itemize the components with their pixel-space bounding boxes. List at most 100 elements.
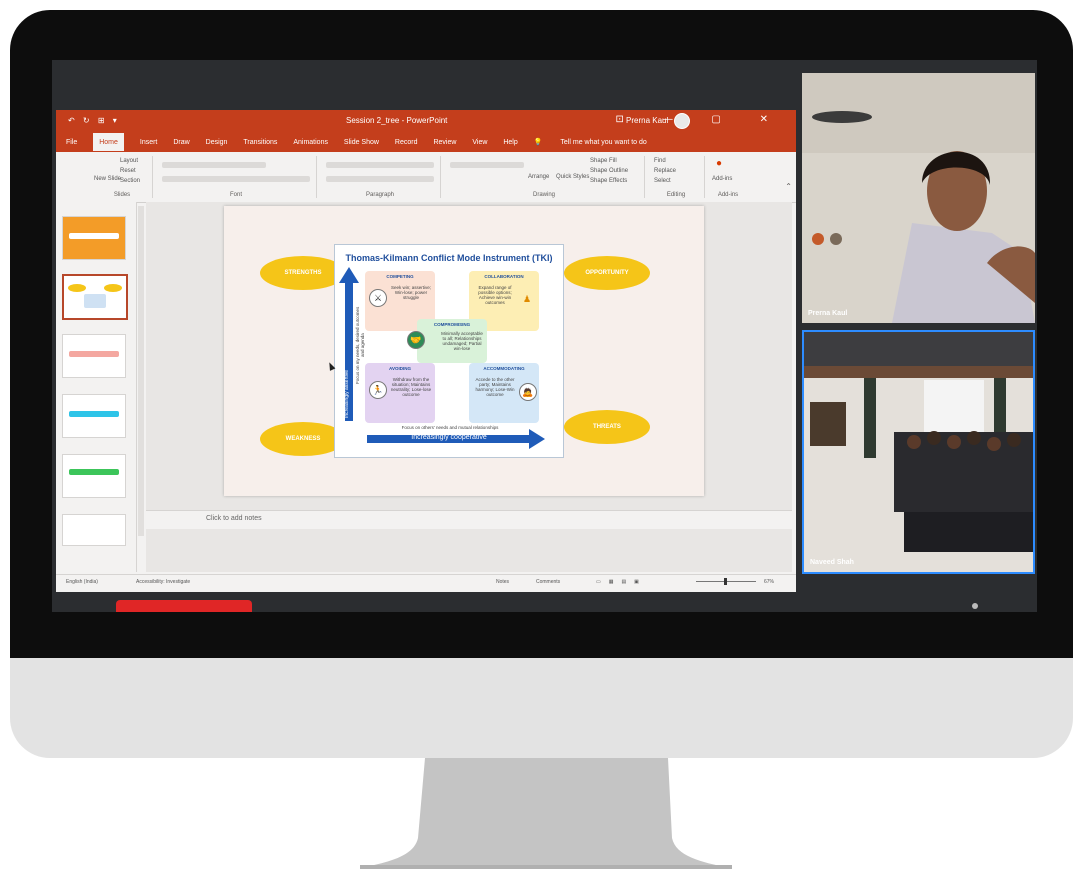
align-buttons[interactable] — [326, 176, 434, 182]
ribbon-group-font: Font — [156, 156, 317, 198]
accessibility-status[interactable]: Accessibility: Investigate — [136, 579, 190, 585]
running-person-icon: 🏃 — [369, 381, 387, 399]
tab-insert[interactable]: Insert — [140, 133, 158, 146]
participant-video — [802, 73, 1035, 323]
accommodating-title: ACCOMMODATING — [483, 366, 525, 371]
shape-outline-button[interactable]: Shape Outline — [590, 168, 628, 174]
notes-placeholder: Click to add notes — [206, 515, 262, 522]
vertical-axis-label: Increasingly assertive — [344, 369, 350, 419]
font-name-box[interactable] — [162, 162, 266, 168]
new-slide-button[interactable]: New Slide — [94, 176, 121, 182]
tab-slide-show[interactable]: Slide Show — [344, 133, 379, 146]
tab-review[interactable]: Review — [433, 133, 456, 146]
video-tile-prerna[interactable]: Prerna Kaul — [802, 73, 1035, 323]
diagram-title: Thomas-Kilmann Conflict Mode Instrument … — [345, 253, 553, 263]
handshake-icon: 🤝 — [407, 331, 425, 349]
tki-diagram[interactable]: Thomas-Kilmann Conflict Mode Instrument … — [334, 244, 564, 458]
reset-button[interactable]: Reset — [120, 168, 136, 174]
thumb-bar — [104, 284, 122, 292]
quadrant-compromising: COMPROMISING Minimally acceptable to all… — [407, 319, 487, 363]
thumb-bar — [84, 294, 106, 308]
layout-button[interactable]: Layout — [120, 158, 138, 164]
view-buttons[interactable]: ▭▦▤▣ — [596, 579, 647, 585]
tell-me-search[interactable]: Tell me what you want to do — [560, 133, 646, 146]
tab-home[interactable]: Home — [93, 133, 124, 151]
monitor-stand — [360, 758, 732, 869]
tab-file[interactable]: File — [66, 133, 77, 146]
comments-button[interactable]: Comments — [536, 579, 560, 585]
group-label-editing: Editing — [666, 192, 686, 198]
find-button[interactable]: Find — [654, 158, 666, 164]
group-label-addins: Add-ins — [717, 192, 739, 198]
group-label-paragraph: Paragraph — [365, 192, 395, 198]
compromising-title: COMPROMISING — [433, 322, 471, 327]
tab-transitions[interactable]: Transitions — [243, 133, 277, 146]
team-icon: ♟ — [522, 294, 532, 304]
slide-thumbnail[interactable] — [62, 514, 126, 546]
language-status[interactable]: English (India) — [66, 579, 98, 585]
status-bar: English (India) Accessibility: Investiga… — [56, 574, 796, 589]
slide-canvas[interactable]: STRENGTHS OPPORTUNITY WEAKNESS THREATS T… — [224, 206, 704, 496]
list-buttons[interactable] — [326, 162, 434, 168]
quadrant-accommodating: ACCOMMODATING Accede to the other party;… — [469, 363, 539, 423]
section-button[interactable]: Section — [120, 178, 140, 184]
thumb-bar — [69, 469, 119, 475]
competing-title: COMPETING — [386, 274, 414, 279]
video-tile-naveed[interactable]: Naveed Shah — [802, 330, 1035, 574]
tab-design[interactable]: Design — [206, 133, 228, 146]
select-button[interactable]: Select — [654, 178, 671, 184]
arrange-button[interactable]: Arrange — [528, 174, 549, 180]
compromising-text: Minimally acceptable to all; Relationshi… — [441, 331, 483, 351]
tab-view[interactable]: View — [472, 133, 487, 146]
addins-icon: ● — [716, 158, 723, 169]
shape-fill-button[interactable]: Shape Fill — [590, 158, 617, 164]
slide-thumbnail[interactable] — [62, 454, 126, 498]
group-label-slides: Slides — [113, 192, 131, 198]
slide-thumbnail[interactable] — [62, 334, 126, 378]
thumb-bar — [69, 351, 119, 357]
slide-thumbnail[interactable] — [62, 394, 126, 438]
shapes-gallery[interactable] — [450, 162, 524, 168]
slide-editing-area: STRENGTHS OPPORTUNITY WEAKNESS THREATS T… — [146, 202, 792, 572]
document-title: Session 2_tree - PowerPoint — [346, 116, 448, 125]
ribbon-tabs: File Home Insert Draw Design Transitions… — [56, 132, 796, 152]
monitor-chin — [10, 658, 1073, 758]
tab-animations[interactable]: Animations — [293, 133, 328, 146]
participant-name-naveed: Naveed Shah — [810, 559, 854, 566]
avoiding-title: AVOIDING — [389, 366, 411, 371]
competing-text: Seek win; assertive; Win-lose; power str… — [390, 285, 432, 300]
leave-meeting-button[interactable] — [116, 600, 252, 612]
info-icon[interactable] — [972, 603, 978, 609]
zoom-slider-thumb[interactable] — [724, 578, 727, 585]
shape-effects-button[interactable]: Shape Effects — [590, 178, 627, 184]
quick-styles-button[interactable]: Quick Styles — [556, 174, 589, 180]
notes-button[interactable]: Notes — [496, 579, 509, 585]
thumb-bar — [68, 284, 86, 292]
thumb-bar — [69, 233, 119, 239]
thumbnail-scrollbar[interactable] — [138, 206, 144, 536]
font-format-buttons[interactable] — [162, 176, 310, 182]
title-bar: ↶ ↻ ⊞ ▾ Session 2_tree - PowerPoint Prer… — [56, 110, 796, 132]
screen: ↶ ↻ ⊞ ▾ Session 2_tree - PowerPoint Prer… — [52, 60, 1037, 612]
oval-threats[interactable]: THREATS — [564, 410, 650, 444]
oval-opportunity[interactable]: OPPORTUNITY — [564, 256, 650, 290]
window-controls[interactable]: ⊡ — ▢ ✕ — [615, 114, 786, 125]
tab-record[interactable]: Record — [395, 133, 418, 146]
slide-thumbnail[interactable] — [62, 216, 126, 260]
zoom-level[interactable]: 67% — [764, 579, 774, 585]
ribbon-group-editing: Find Replace Select Editing — [648, 156, 705, 198]
horizontal-axis-note: Focus on others' needs and mutual relati… — [401, 425, 499, 430]
quick-access-toolbar[interactable]: ↶ ↻ ⊞ ▾ — [68, 116, 120, 125]
collapse-ribbon-icon[interactable]: ⌃ — [785, 182, 792, 191]
avoiding-text: Withdraw from the situation; Maintains n… — [390, 377, 432, 397]
powerpoint-window: ↶ ↻ ⊞ ▾ Session 2_tree - PowerPoint Prer… — [56, 110, 796, 592]
tab-draw[interactable]: Draw — [173, 133, 189, 146]
horizontal-axis-label: Increasingly cooperative — [411, 434, 487, 441]
slide-thumbnail-active[interactable] — [62, 274, 128, 320]
addins-button[interactable]: Add-ins — [712, 176, 732, 182]
ribbon-group-drawing: Arrange Quick Styles Shape Fill Shape Ou… — [444, 156, 645, 198]
replace-button[interactable]: Replace — [654, 168, 676, 174]
notes-pane[interactable]: Click to add notes — [146, 510, 792, 529]
tab-help[interactable]: Help — [503, 133, 517, 146]
slide-thumbnail-pane — [56, 202, 137, 572]
